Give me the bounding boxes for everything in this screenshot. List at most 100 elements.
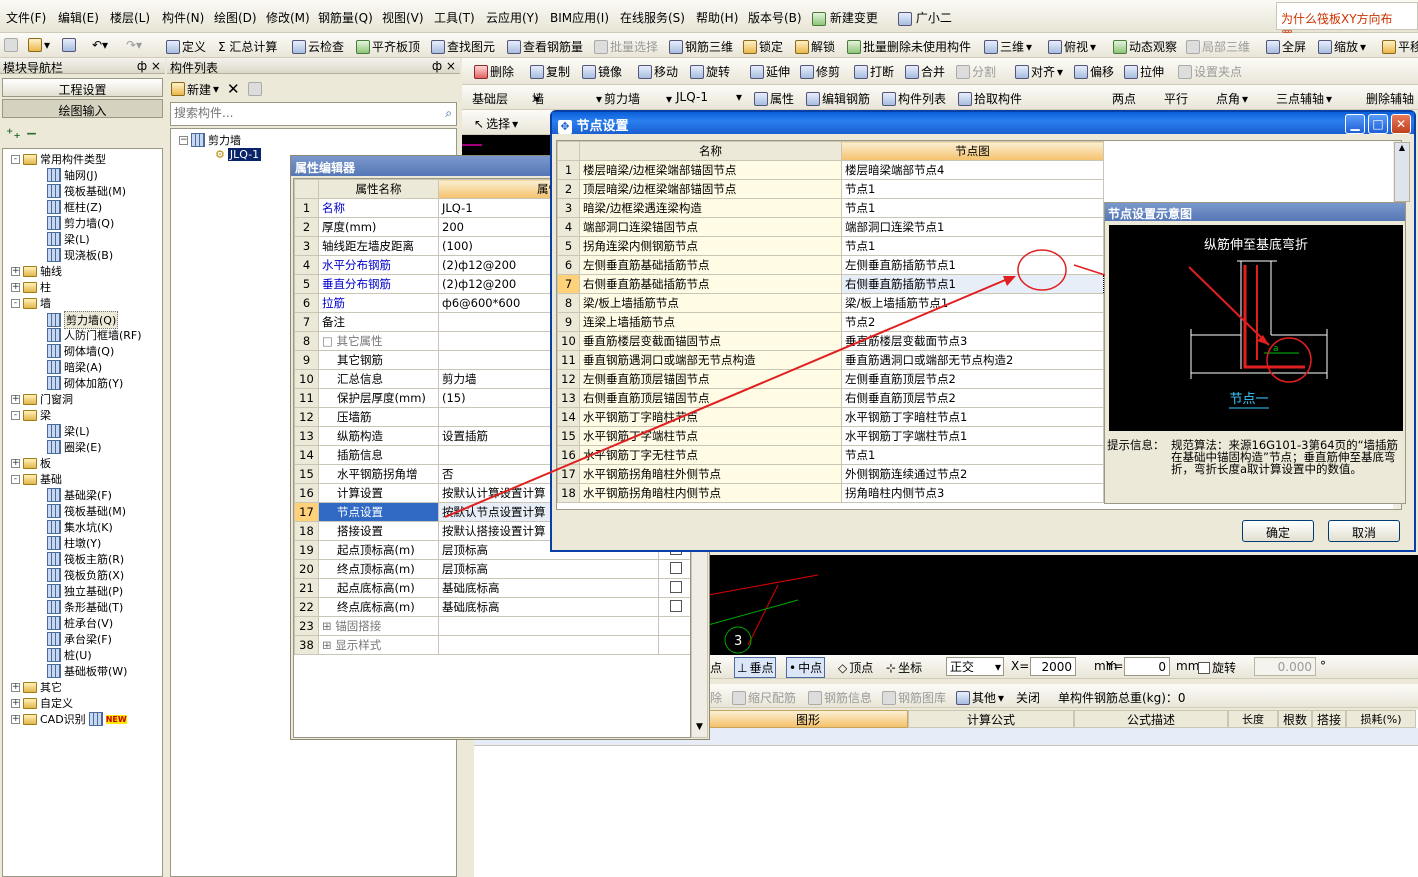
nav-tree-item[interactable]: 柱墩(Y) <box>47 535 101 551</box>
snap-point[interactable]: 点 <box>710 659 722 676</box>
node-diagram-value[interactable]: 外侧钢筋连续通过节点2 <box>841 464 1104 484</box>
node-diagram-value[interactable]: 水平钢筋丁字暗柱节点1 <box>841 407 1104 427</box>
menu-floor[interactable]: 楼层(L) <box>110 9 150 26</box>
comp-pin-close[interactable]: ф × <box>432 59 456 73</box>
node-row[interactable]: 18 水平钢筋拐角暗柱内侧节点 拐角暗柱内侧节点3 <box>557 483 1104 503</box>
tree-root-shear-wall[interactable]: − 剪力墙 <box>179 132 241 148</box>
node-diagram-value[interactable]: 节点1 <box>841 198 1104 218</box>
node-diagram-value[interactable]: 右侧垂直筋顶层节点2 <box>841 388 1104 408</box>
nav-tree-item[interactable]: 筏板负筋(X) <box>47 567 124 583</box>
scroll-down-icon[interactable]: ▼ <box>692 722 707 737</box>
help-question-tip[interactable]: 为什么筏板XY方向布置… <box>1276 2 1418 43</box>
delete-component-icon[interactable]: ✕ <box>227 80 240 98</box>
delete-aux-axis-button[interactable]: 删除辅轴 <box>1366 90 1414 107</box>
find-element-button[interactable]: 查找图元 <box>431 38 495 55</box>
tree-expander[interactable]: + <box>11 682 20 692</box>
point-angle-axis-button[interactable]: 点角 ▾ <box>1216 90 1248 107</box>
menu-bim[interactable]: BIM应用(I) <box>550 9 609 26</box>
node-diagram-value[interactable]: 垂直筋楼层变截面节点3 <box>841 331 1104 351</box>
close-button[interactable]: 关闭 <box>1016 689 1040 706</box>
nav-tree-item[interactable]: 暗梁(A) <box>47 359 102 375</box>
nav-tree-item[interactable]: 人防门框墙(RF) <box>47 327 142 343</box>
drawing-input-button[interactable]: 绘图输入 <box>2 99 163 118</box>
offset-button[interactable]: 偏移 <box>1074 63 1114 80</box>
menu-online[interactable]: 在线服务(S) <box>620 9 685 26</box>
node-row[interactable]: 16 水平钢筋丁字无柱节点 节点1 <box>557 445 1104 465</box>
nav-tree-item[interactable]: + 门窗洞 <box>11 391 73 407</box>
edit-rebar-button[interactable]: 编辑钢筋 <box>806 90 870 107</box>
node-row[interactable]: 15 水平钢筋丁字端柱节点 水平钢筋丁字端柱节点1 <box>557 426 1104 446</box>
align-button[interactable]: 对齐 ▾ <box>1015 63 1063 80</box>
split-button[interactable]: 分割 <box>956 63 996 80</box>
nav-tree-item[interactable]: 现浇板(B) <box>47 247 113 263</box>
component-list-button[interactable]: 构件列表 <box>882 90 946 107</box>
nav-tree-item[interactable]: 独立基础(P) <box>47 583 123 599</box>
local-3d-button[interactable]: 局部三维 <box>1186 38 1250 55</box>
ok-button[interactable]: 确定 <box>1242 520 1314 542</box>
other-button[interactable]: 其他 ▾ <box>956 689 1004 706</box>
rebar-info-button[interactable]: 钢筋信息 <box>808 689 872 706</box>
menu-component[interactable]: 构件(N) <box>162 9 204 26</box>
define-button[interactable]: 定义 <box>166 38 206 55</box>
node-row[interactable]: 2 顶层暗梁/边框梁端部锚固节点 节点1 <box>557 179 1104 199</box>
set-grip-button[interactable]: 设置夹点 <box>1178 63 1242 80</box>
nav-tree-item[interactable]: -梁 <box>11 407 51 423</box>
expand-collapse-icon[interactable]: ⁺₊ − <box>6 126 37 142</box>
property-row[interactable]: 23 ⊞ 锚固搭接 <box>294 616 690 636</box>
x-input[interactable]: 2000 <box>1030 657 1076 676</box>
nav-tree-item[interactable]: + 柱 <box>11 279 51 295</box>
snap-coordinate[interactable]: ⊹ 坐标 <box>886 659 922 676</box>
property-checkbox[interactable] <box>669 561 682 574</box>
maximize-icon[interactable]: □ <box>1368 114 1388 134</box>
nav-tree-item[interactable]: 承台梁(F) <box>47 631 112 647</box>
align-slab-top-button[interactable]: 平齐板顶 <box>356 38 420 55</box>
cad-canvas-lower[interactable]: 3 <box>708 555 1418 655</box>
menu-edit[interactable]: 编辑(E) <box>58 9 99 26</box>
tree-expander[interactable]: + <box>11 714 20 724</box>
node-row[interactable]: 13 右侧垂直筋顶层锚固节点 右侧垂直筋顶层节点2 <box>557 388 1104 408</box>
extend-button[interactable]: 延伸 <box>750 63 790 80</box>
property-value[interactable]: 层顶标高 <box>438 559 659 579</box>
node-diagram-value[interactable]: 左侧垂直筋顶层节点2 <box>841 369 1104 389</box>
open-file-icon[interactable]: ▾ <box>28 38 50 52</box>
dialog-close-icon[interactable]: ✕ <box>1391 114 1411 134</box>
type-select[interactable]: 墙 ▾ <box>532 90 612 107</box>
property-value[interactable] <box>438 616 659 636</box>
break-button[interactable]: 打断 <box>854 63 894 80</box>
tree-expander[interactable]: - <box>11 410 20 420</box>
property-checkbox[interactable] <box>669 580 682 593</box>
pick-component-button[interactable]: 拾取构件 <box>958 90 1022 107</box>
copy-component-icon[interactable] <box>247 82 262 96</box>
node-diagram-value[interactable]: 节点1 <box>841 236 1104 256</box>
tree-item-jlq1[interactable]: ⚙ JLQ-1 <box>215 148 262 161</box>
node-row[interactable]: 8 梁/板上墙插筋节点 梁/板上墙插筋节点1 <box>557 293 1104 313</box>
minimize-icon[interactable]: ▁ <box>1345 114 1365 134</box>
rotate-checkbox[interactable]: 旋转 <box>1198 659 1236 676</box>
node-row[interactable]: 3 暗梁/边框梁遇连梁构造 节点1 <box>557 198 1104 218</box>
menu-guangxiaoer[interactable]: 广小二 <box>898 9 952 26</box>
nav-pin-close[interactable]: ф × <box>137 59 161 73</box>
menu-view[interactable]: 视图(V) <box>382 9 424 26</box>
menu-new-change[interactable]: 新建变更 <box>812 9 878 26</box>
scale-rebar-button[interactable]: 缩尺配筋 <box>732 689 796 706</box>
nav-tree-item[interactable]: - 基础 <box>11 471 62 487</box>
node-row[interactable]: 10 垂直筋楼层变截面锚固节点 垂直筋楼层变截面节点3 <box>557 331 1104 351</box>
scroll-up-icon[interactable]: ▲ <box>1395 143 1409 152</box>
nav-tree-item[interactable]: 条形基础(T) <box>47 599 123 615</box>
batch-select-button[interactable]: 批量选择 <box>594 38 658 55</box>
search-icon[interactable]: ⌕ <box>445 106 452 121</box>
menu-help[interactable]: 帮助(H) <box>696 9 738 26</box>
property-value[interactable] <box>438 635 659 655</box>
save-icon[interactable] <box>62 38 76 52</box>
item-select[interactable]: JLQ-1 ▾ <box>676 90 746 104</box>
node-row[interactable]: 4 端部洞口连梁锚固节点 端部洞口连梁节点1 <box>557 217 1104 237</box>
property-row[interactable]: 21 起点底标高(m) 基础底标高 <box>294 578 690 598</box>
tree-expander[interactable]: - <box>11 298 20 308</box>
node-row[interactable]: 9 连梁上墙插筋节点 节点2 <box>557 312 1104 332</box>
node-row[interactable]: 7 右侧垂直筋基础插筋节点 右侧垂直筋插筋节点1 <box>557 274 1104 294</box>
menu-cloud[interactable]: 云应用(Y) <box>486 9 539 26</box>
menu-draw[interactable]: 绘图(D) <box>214 9 257 26</box>
parallel-axis-button[interactable]: 平行 <box>1164 90 1188 107</box>
node-row[interactable]: 1 楼层暗梁/边框梁端部锚固节点 楼层暗梁端部节点4 <box>557 160 1104 180</box>
property-row[interactable]: 20 终点顶标高(m) 层顶标高 <box>294 559 690 579</box>
